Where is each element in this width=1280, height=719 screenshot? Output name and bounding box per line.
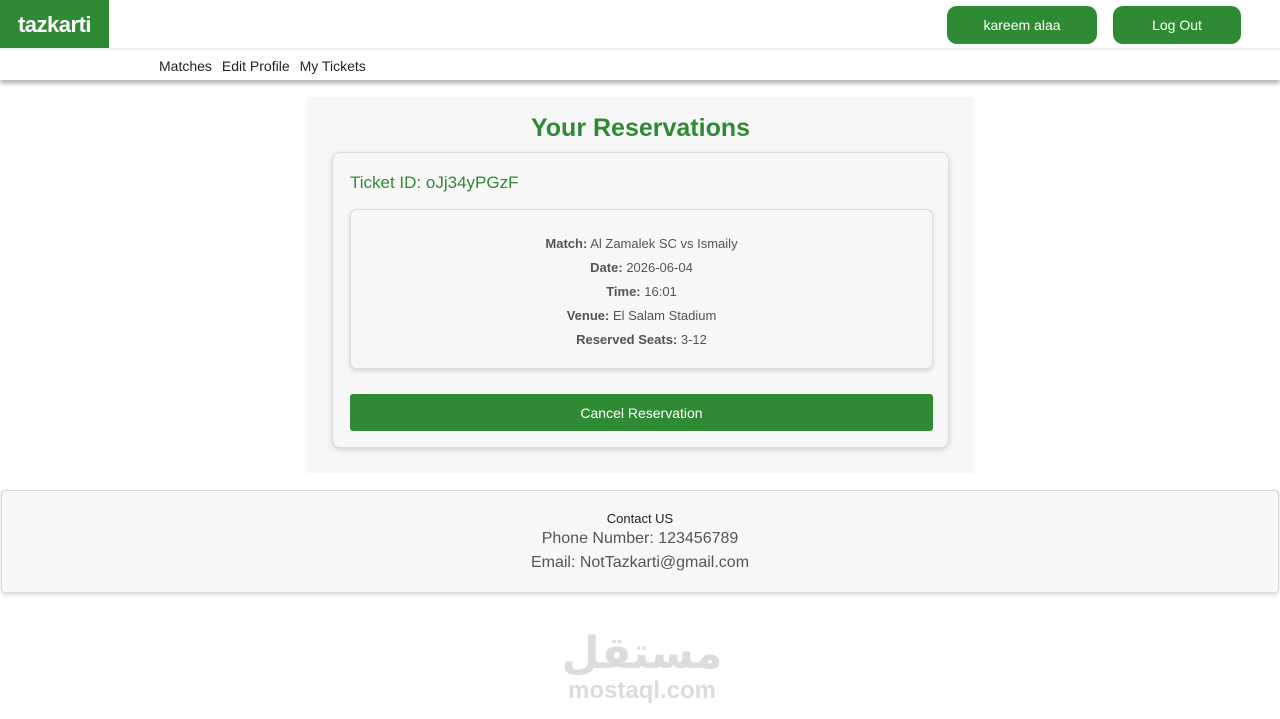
date-value: 2026-06-04 [626,260,693,275]
match-label: Match: [545,236,588,251]
logout-button[interactable]: Log Out [1113,6,1241,44]
ticket-id-label: Ticket ID: [350,173,422,192]
mostaql-watermark: مستقل mostaql.com [561,629,723,708]
tazkarti-logo[interactable]: tazkarti [0,0,109,50]
match-row: Match: Al Zamalek SC vs Ismaily [545,232,737,256]
venue-row: Venue: El Salam Stadium [567,304,717,328]
nav-edit-profile[interactable]: Edit Profile [222,58,290,74]
ticket-card: Ticket ID: oJj34yPGzF Match: Al Zamalek … [332,152,949,448]
watermark-latin: mostaql.com [567,677,717,704]
main-nav: Matches Edit Profile My Tickets [159,58,366,74]
seats-row: Reserved Seats: 3-12 [576,328,707,352]
watermark-arabic: مستقل [561,629,723,678]
date-row: Date: 2026-06-04 [590,256,693,280]
date-label: Date: [590,260,623,275]
match-value: Al Zamalek SC vs Ismaily [590,236,738,251]
cancel-reservation-button[interactable]: Cancel Reservation [350,394,933,431]
venue-value: El Salam Stadium [612,308,717,323]
footer-phone: Phone Number: 123456789 [541,530,739,547]
contact-footer: Contact US Phone Number: 123456789 Email… [1,490,1279,593]
seats-value: 3-12 [680,332,707,347]
reservations-panel: Your Reservations Ticket ID: oJj34yPGzF … [307,97,974,473]
time-row: Time: 16:01 [606,280,677,304]
venue-label: Venue: [566,308,610,323]
footer-title: Contact US [606,511,674,526]
user-profile-button[interactable]: kareem alaa [947,6,1097,44]
seats-label: Reserved Seats: [576,332,678,347]
top-header: tazkarti kareem alaa Log Out Matches Edi… [0,0,1280,80]
nav-my-tickets[interactable]: My Tickets [300,58,366,74]
footer-email: Email: NotTazkarti@gmail.com [530,554,750,571]
ticket-details: Match: Al Zamalek SC vs Ismaily Date: 20… [350,209,933,369]
page-title: Your Reservations [530,114,751,142]
nav-matches[interactable]: Matches [159,58,212,74]
header-divider [0,48,1280,50]
time-value: 16:01 [644,284,677,299]
ticket-id-value: oJj34yPGzF [425,173,519,192]
ticket-id: Ticket ID: oJj34yPGzF [350,173,518,193]
time-label: Time: [606,284,641,299]
